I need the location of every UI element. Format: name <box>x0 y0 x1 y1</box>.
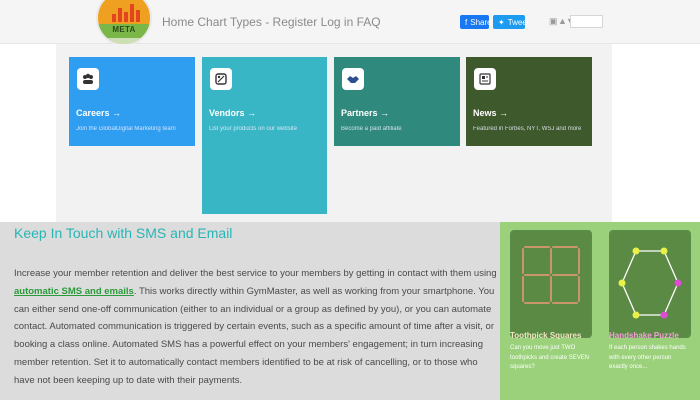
card-careers[interactable]: Careers → Join the GlobalDigital Marketi… <box>69 57 195 146</box>
nav-separator: - <box>265 15 270 29</box>
nav-register[interactable]: Register <box>273 15 318 29</box>
handshake-hexagon-icon <box>618 247 682 319</box>
handshake-puzzle-title[interactable]: Handshake Puzzle <box>609 331 679 340</box>
feature-cards: Careers → Join the GlobalDigital Marketi… <box>56 44 612 222</box>
puzzle-sidebar: Toothpick Squares Can you move just TWO … <box>500 222 700 400</box>
tag-icon <box>210 68 232 90</box>
section-heading: Keep In Touch with SMS and Email <box>14 225 233 241</box>
card-partners-title: Partners → <box>341 108 390 118</box>
handshake-puzzle-image[interactable] <box>609 230 691 338</box>
sms-email-section: Keep In Touch with SMS and Email Increas… <box>0 222 500 400</box>
card-news-subtitle: Featured in Forbes, NYT, WSJ and more <box>473 126 582 132</box>
card-careers-subtitle: Join the GlobalDigital Marketing team <box>76 126 176 132</box>
users-icon <box>77 68 99 90</box>
handshake-puzzle-desc: If each person shakes hands with every o… <box>609 345 686 370</box>
nav-faq[interactable]: FAQ <box>357 15 381 29</box>
toothpick-squares-icon <box>522 246 580 304</box>
card-news-title: News → <box>473 108 509 118</box>
search-input[interactable] <box>570 15 603 28</box>
card-news[interactable]: News → Featured in Forbes, NYT, WSJ and … <box>466 57 592 146</box>
main-nav: Home Chart Types - Register Log in FAQ <box>162 15 381 29</box>
card-vendors-title: Vendors → <box>209 108 257 118</box>
card-partners[interactable]: Partners → Become a paid affiliate <box>334 57 460 146</box>
section-paragraph: Increase your member retention and deliv… <box>14 265 498 390</box>
facebook-icon: f <box>465 17 468 27</box>
twitter-icon: ✦ <box>498 17 505 27</box>
card-careers-title: Careers → <box>76 108 122 118</box>
toothpick-puzzle-image[interactable] <box>510 230 592 338</box>
card-vendors[interactable]: Vendors → List your products on our webs… <box>202 57 327 214</box>
logo-bars <box>112 2 140 22</box>
site-logo[interactable]: META <box>96 0 152 46</box>
paragraph-text-2: . This works directly within GymMaster, … <box>14 285 495 386</box>
toothpick-puzzle-title[interactable]: Toothpick Squares <box>510 331 581 340</box>
facebook-share-button[interactable]: f Share <box>460 15 492 29</box>
nav-login[interactable]: Log in <box>321 15 354 29</box>
handshake-icon <box>342 68 364 90</box>
twitter-share-label: Tweet <box>507 17 530 27</box>
twitter-share-button[interactable]: ✦ Tweet <box>493 15 529 29</box>
nav-home[interactable]: Home <box>162 15 194 29</box>
site-header: META Home Chart Types - Register Log in … <box>0 0 700 46</box>
automatic-sms-link[interactable]: automatic SMS and emails <box>14 286 134 297</box>
card-partners-subtitle: Become a paid affiliate <box>341 126 402 132</box>
facebook-share-label: Share <box>470 17 492 27</box>
translate-icon[interactable]: ▣ <box>549 16 558 27</box>
logo-text: META <box>112 25 136 34</box>
news-icon <box>474 68 496 90</box>
toothpick-puzzle-desc: Can you move just TWO toothpicks and cre… <box>510 345 590 370</box>
nav-chart-types[interactable]: Chart Types <box>197 15 261 29</box>
paragraph-text-1: Increase your member retention and deliv… <box>14 268 497 279</box>
card-vendors-subtitle: List your products on our website <box>209 126 298 132</box>
